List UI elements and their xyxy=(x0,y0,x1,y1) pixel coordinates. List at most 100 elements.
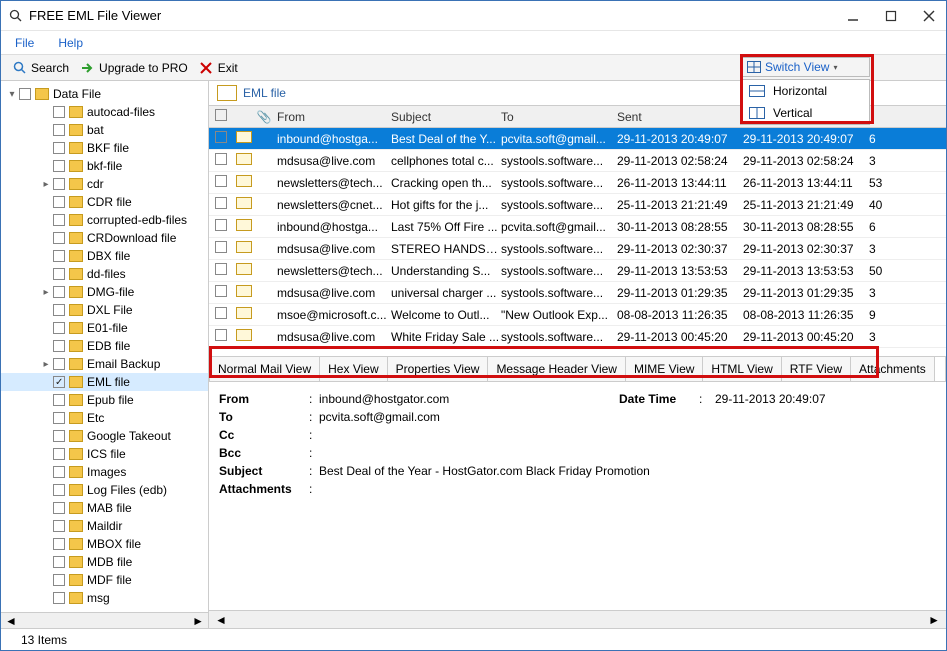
envelope-icon xyxy=(236,263,252,275)
header-from[interactable]: From xyxy=(273,110,391,124)
minimize-button[interactable] xyxy=(844,7,862,25)
switch-view-label: Switch View xyxy=(765,60,829,74)
row-checkbox[interactable] xyxy=(215,307,227,319)
status-bar: 13 Items xyxy=(1,628,946,650)
tree-item[interactable]: bkf-file xyxy=(1,157,208,175)
view-tab[interactable]: RTF View xyxy=(782,357,851,381)
tree-item[interactable]: dd-files xyxy=(1,265,208,283)
exit-button[interactable]: Exit xyxy=(194,57,244,79)
switch-view-menu: Horizontal Vertical xyxy=(740,79,870,125)
attachment-icon: 📎 xyxy=(255,110,273,124)
scroll-left-icon[interactable]: ◄ xyxy=(5,614,17,628)
upgrade-label: Upgrade to PRO xyxy=(99,61,188,75)
detail-attachments-value xyxy=(319,482,936,496)
upgrade-button[interactable]: Upgrade to PRO xyxy=(75,57,194,79)
tree-item[interactable]: Epub file xyxy=(1,391,208,409)
tree-item[interactable]: BKF file xyxy=(1,139,208,157)
table-row[interactable]: newsletters@cnet...Hot gifts for the j..… xyxy=(209,194,946,216)
row-checkbox[interactable] xyxy=(215,285,227,297)
tree-item[interactable]: EDB file xyxy=(1,337,208,355)
maximize-button[interactable] xyxy=(882,7,900,25)
row-checkbox[interactable] xyxy=(215,197,227,209)
row-checkbox[interactable] xyxy=(215,153,227,165)
tree-item[interactable]: msg xyxy=(1,589,208,607)
detail-datetime-label: Date Time xyxy=(619,392,699,406)
tree-item[interactable]: ▸cdr xyxy=(1,175,208,193)
switch-view-horizontal[interactable]: Horizontal xyxy=(741,80,869,102)
table-row[interactable]: mdsusa@live.comuniversal charger ...syst… xyxy=(209,282,946,304)
detail-to-label: To xyxy=(219,410,309,424)
view-tab[interactable]: HTML View xyxy=(703,357,781,381)
switch-view-vertical[interactable]: Vertical xyxy=(741,102,869,124)
close-button[interactable] xyxy=(920,7,938,25)
envelope-icon xyxy=(236,197,252,209)
tree-item[interactable]: ICS file xyxy=(1,445,208,463)
scroll-left-icon[interactable]: ◄ xyxy=(215,613,227,627)
arrow-right-icon xyxy=(81,62,95,74)
envelope-icon xyxy=(236,329,252,341)
table-row[interactable]: inbound@hostga...Last 75% Off Fire ...pc… xyxy=(209,216,946,238)
tree-item[interactable]: autocad-files xyxy=(1,103,208,121)
detail-from-value: inbound@hostgator.com xyxy=(319,392,619,406)
tree-item[interactable]: DBX file xyxy=(1,247,208,265)
select-all-checkbox[interactable] xyxy=(215,109,227,121)
row-checkbox[interactable] xyxy=(215,329,227,341)
tree-item[interactable]: corrupted-edb-files xyxy=(1,211,208,229)
tree-item[interactable]: Etc xyxy=(1,409,208,427)
sidebar-hscroll[interactable]: ◄ ► xyxy=(1,612,208,628)
row-checkbox[interactable] xyxy=(215,263,227,275)
header-sent[interactable]: Sent xyxy=(617,110,743,124)
tree-item[interactable]: ▸DMG-file xyxy=(1,283,208,301)
tree-item[interactable]: bat xyxy=(1,121,208,139)
tree-item[interactable]: MBOX file xyxy=(1,535,208,553)
row-checkbox[interactable] xyxy=(215,131,227,143)
view-tab[interactable]: Attachments xyxy=(851,357,935,381)
tree-item[interactable]: CRDownload file xyxy=(1,229,208,247)
table-row[interactable]: mdsusa@live.comSTEREO HANDSFR...systools… xyxy=(209,238,946,260)
menu-file[interactable]: File xyxy=(15,36,34,50)
tree-item[interactable]: ▸Email Backup xyxy=(1,355,208,373)
tree-item[interactable]: Maildir xyxy=(1,517,208,535)
tree-item[interactable]: MDB file xyxy=(1,553,208,571)
table-row[interactable]: msoe@microsoft.c...Welcome to Outl..."Ne… xyxy=(209,304,946,326)
tree-item[interactable]: Google Takeout xyxy=(1,427,208,445)
view-tab[interactable]: Properties View xyxy=(388,357,489,381)
folder-tree[interactable]: ▾Data Fileautocad-filesbatBKF filebkf-fi… xyxy=(1,81,208,612)
row-checkbox[interactable] xyxy=(215,175,227,187)
header-subject[interactable]: Subject xyxy=(391,110,501,124)
tree-item[interactable]: DXL File xyxy=(1,301,208,319)
menu-help[interactable]: Help xyxy=(58,36,83,50)
header-to[interactable]: To xyxy=(501,110,617,124)
envelope-icon xyxy=(236,219,252,231)
content-hscroll[interactable]: ◄ ► xyxy=(209,610,946,628)
window-buttons xyxy=(844,7,938,25)
tree-item[interactable]: MDF file xyxy=(1,571,208,589)
scroll-right-icon[interactable]: ► xyxy=(928,613,940,627)
tree-item[interactable]: EML file xyxy=(1,373,208,391)
table-row[interactable]: inbound@hostga...Best Deal of the Y...pc… xyxy=(209,128,946,150)
view-tab[interactable]: Message Header View xyxy=(488,357,626,381)
content-panel: EML file 📎 From Subject To Sent R inboun… xyxy=(209,81,946,628)
tree-item[interactable]: CDR file xyxy=(1,193,208,211)
search-button[interactable]: Search xyxy=(7,57,75,79)
view-tab[interactable]: Hex View xyxy=(320,357,387,381)
tree-item[interactable]: E01-file xyxy=(1,319,208,337)
tree-root[interactable]: ▾Data File xyxy=(1,85,208,103)
row-checkbox[interactable] xyxy=(215,219,227,231)
scroll-right-icon[interactable]: ► xyxy=(192,614,204,628)
view-tab[interactable]: MIME View xyxy=(626,357,703,381)
tree-item[interactable]: Images xyxy=(1,463,208,481)
vertical-label: Vertical xyxy=(773,106,812,120)
table-row[interactable]: newsletters@tech...Understanding S...sys… xyxy=(209,260,946,282)
view-tab[interactable]: Normal Mail View xyxy=(210,357,320,381)
mail-detail-panel: From : inbound@hostgator.com Date Time :… xyxy=(209,382,946,506)
row-checkbox[interactable] xyxy=(215,241,227,253)
table-row[interactable]: mdsusa@live.comWhite Friday Sale ...syst… xyxy=(209,326,946,348)
tree-item[interactable]: MAB file xyxy=(1,499,208,517)
envelope-icon xyxy=(236,175,252,187)
switch-view-button[interactable]: Switch View ▾ xyxy=(740,57,870,77)
tree-item[interactable]: Log Files (edb) xyxy=(1,481,208,499)
grid-body[interactable]: inbound@hostga...Best Deal of the Y...pc… xyxy=(209,128,946,348)
table-row[interactable]: newsletters@tech...Cracking open th...sy… xyxy=(209,172,946,194)
table-row[interactable]: mdsusa@live.comcellphones total c...syst… xyxy=(209,150,946,172)
